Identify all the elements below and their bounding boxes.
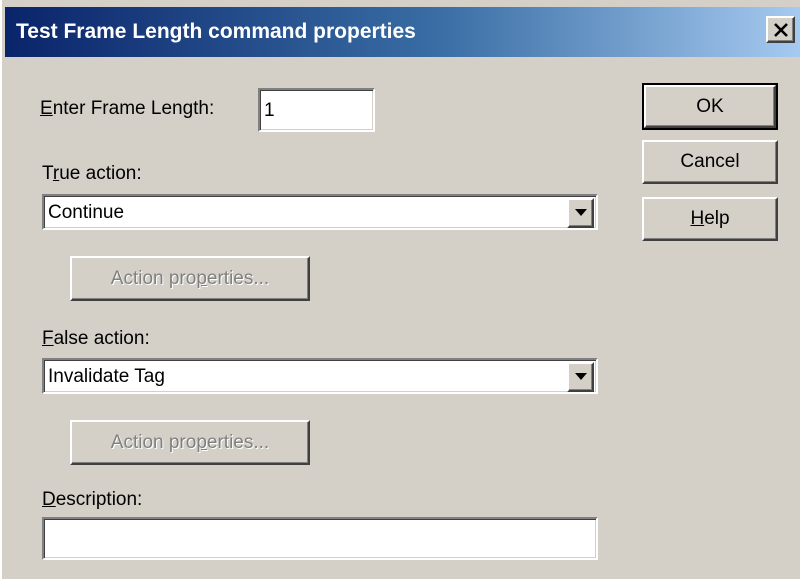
true-action-properties-post: erties... [206,267,270,289]
help-button[interactable]: Help [642,197,778,241]
close-icon [774,23,788,37]
true-action-label-post: ue action: [59,163,142,184]
window-title: Test Frame Length command properties [16,20,416,43]
frame-length-input[interactable]: 1 [258,88,375,132]
cancel-button[interactable]: Cancel [642,140,778,184]
true-action-properties-label: Action properties... [111,268,269,290]
true-action-select[interactable]: Continue [42,194,598,230]
description-label-mnemonic: D [42,489,56,510]
false-action-label: False action: [42,327,150,351]
ok-label: OK [696,95,724,117]
false-action-properties-button[interactable]: Action properties... [70,420,310,465]
false-action-properties-pre: Action pro [110,431,197,453]
cancel-label: Cancel [680,151,740,172]
close-button[interactable] [766,16,795,43]
ok-button[interactable]: OK [642,83,778,130]
help-label-rest: elp [704,208,730,229]
false-action-properties-label: Action properties... [111,432,269,454]
false-action-properties-mnemonic: p [196,431,207,453]
true-action-properties-button[interactable]: Action properties... [70,256,310,301]
chevron-down-icon [575,373,587,380]
help-label-mnemonic: H [690,208,705,229]
frame-length-label-text: nter Frame Length: [52,98,215,119]
false-action-selected: Invalidate Tag [48,366,165,387]
true-action-properties-pre: Action pro [110,267,197,289]
frame-length-value: 1 [264,100,275,121]
description-label-post: escription: [55,489,143,510]
true-action-label: True action: [42,162,142,186]
frame-length-label: Enter Frame Length: [40,97,214,121]
help-label: Help [690,208,729,230]
false-action-label-mnemonic: F [42,328,54,349]
true-action-properties-mnemonic: p [196,267,207,289]
properties-dialog: Test Frame Length command properties Ent… [0,0,800,579]
false-action-properties-post: erties... [206,431,270,453]
chevron-down-icon [575,209,587,216]
frame-length-label-mnemonic: E [40,98,53,119]
description-label: Description: [42,488,142,512]
true-action-selected: Continue [48,202,125,223]
false-action-dropdown-button[interactable] [567,362,594,392]
true-action-dropdown-button[interactable] [567,198,594,228]
title-bar[interactable]: Test Frame Length command properties [2,0,800,62]
false-action-select[interactable]: Invalidate Tag [42,358,598,394]
true-action-label-pre: T [42,163,53,184]
description-input[interactable] [42,517,598,560]
false-action-label-post: alse action: [53,328,150,349]
